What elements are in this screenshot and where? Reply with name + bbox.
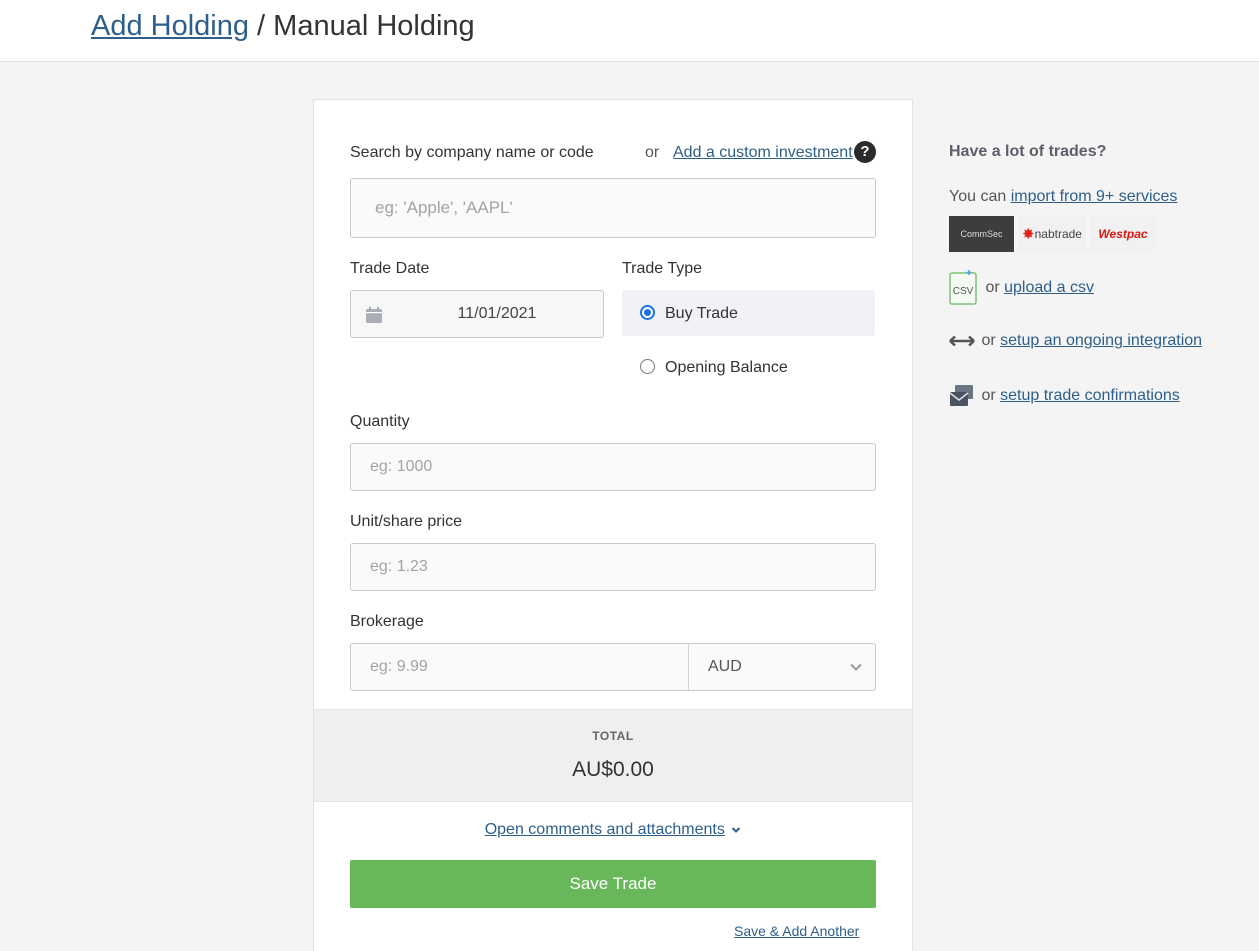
- currency-select[interactable]: AUD: [688, 643, 876, 691]
- trade-confirmation-icon: [949, 385, 973, 406]
- broker-logos: CommSec ✸nabtrade Westpac: [949, 216, 1249, 252]
- setup-integration-link[interactable]: setup an ongoing integration: [1000, 332, 1202, 349]
- save-trade-button[interactable]: Save Trade: [350, 860, 876, 908]
- csv-row: CSV or upload a csv: [949, 270, 1094, 306]
- import-row: You can import from 9+ services: [949, 188, 1177, 206]
- breadcrumb-separator: /: [249, 10, 274, 42]
- currency-value: AUD: [708, 658, 742, 675]
- westpac-logo-text: Westpac: [1098, 227, 1148, 241]
- radio-buy-trade-label: Buy Trade: [665, 305, 738, 322]
- top-bar: Add Holding / Manual Holding: [0, 0, 1259, 62]
- help-icon[interactable]: ?: [854, 141, 876, 163]
- sidebar-heading: Have a lot of trades?: [949, 143, 1107, 160]
- total-panel: TOTAL AU$0.00: [314, 709, 912, 802]
- search-row: Search by company name or code or Add a …: [350, 141, 876, 166]
- import-prefix: You can: [949, 188, 1011, 205]
- csv-icon-text: CSV: [953, 286, 974, 297]
- trade-date-value: 11/01/2021: [457, 305, 537, 322]
- chevron-down-icon: [850, 663, 862, 671]
- price-label: Unit/share price: [350, 513, 463, 530]
- csv-prefix: or: [985, 279, 1005, 296]
- nabtrade-logo-text: nabtrade: [1034, 227, 1082, 241]
- open-comments-link[interactable]: Open comments and attachments: [485, 821, 725, 838]
- save-and-add-another-link[interactable]: Save & Add Another: [734, 923, 859, 939]
- search-label: Search by company name or code: [350, 144, 594, 161]
- integration-prefix: or: [981, 332, 1001, 349]
- brokerage-input[interactable]: [350, 643, 689, 691]
- brokerage-label: Brokerage: [350, 613, 424, 630]
- add-holding-link[interactable]: Add Holding: [91, 10, 249, 42]
- radio-opening-balance-label: Opening Balance: [665, 359, 788, 376]
- radio-button[interactable]: [640, 359, 655, 374]
- trade-date-picker[interactable]: 11/01/2021: [350, 290, 604, 338]
- csv-file-icon: CSV: [949, 270, 977, 305]
- breadcrumb: Add Holding / Manual Holding: [91, 10, 475, 43]
- unit-price-input[interactable]: [350, 543, 876, 591]
- comments-toggle[interactable]: Open comments and attachments: [314, 821, 912, 839]
- manual-holding-form: Search by company name or code or Add a …: [313, 99, 913, 951]
- trade-date-label: Trade Date: [350, 260, 430, 277]
- trade-type-label: Trade Type: [622, 260, 703, 277]
- integration-row: or setup an ongoing integration: [949, 332, 1202, 350]
- radio-buy-trade[interactable]: Buy Trade: [622, 290, 875, 336]
- radio-opening-balance[interactable]: Opening Balance: [622, 344, 875, 390]
- company-search-input[interactable]: [350, 178, 876, 238]
- add-custom-investment-link[interactable]: Add a custom investment: [673, 144, 853, 162]
- chevron-down-icon: [732, 827, 741, 833]
- setup-trade-confirmations-link[interactable]: setup trade confirmations: [1000, 387, 1180, 404]
- import-services-link[interactable]: import from 9+ services: [1011, 188, 1178, 205]
- commsec-logo[interactable]: CommSec: [949, 216, 1014, 252]
- or-text: or: [645, 144, 660, 161]
- nabtrade-logo[interactable]: ✸nabtrade: [1018, 216, 1086, 252]
- confirmations-prefix: or: [981, 387, 1001, 405]
- integration-arrows-icon: [949, 335, 975, 347]
- page-title: Manual Holding: [273, 10, 475, 42]
- westpac-logo[interactable]: Westpac: [1090, 216, 1156, 252]
- upload-csv-link[interactable]: upload a csv: [1004, 279, 1094, 296]
- total-value: AU$0.00: [572, 758, 654, 781]
- confirmations-row: or setup trade confirmations: [949, 384, 1180, 408]
- radio-button[interactable]: [640, 305, 655, 320]
- total-label: TOTAL: [592, 729, 634, 743]
- quantity-input[interactable]: [350, 443, 876, 491]
- quantity-label: Quantity: [350, 413, 410, 430]
